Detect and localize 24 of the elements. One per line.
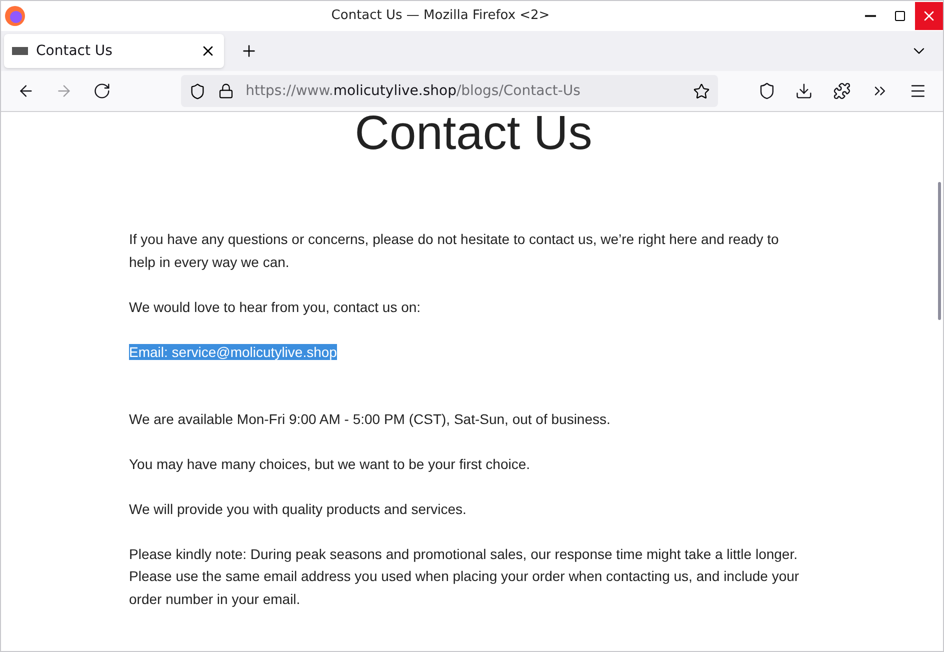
favicon-icon bbox=[12, 47, 28, 55]
browser-tab[interactable]: Contact Us bbox=[4, 34, 224, 68]
minimize-icon bbox=[864, 15, 876, 17]
paragraph: We would love to hear from you, contact us on: bbox=[129, 298, 422, 317]
paragraph: We are available Mon-Fri 9:00 AM - 5:00 PM (CST), Sat-Sun, out of business. bbox=[129, 410, 612, 429]
page-heading: Contact Us bbox=[354, 112, 594, 156]
paragraph: Please kindly note: During peak seasons and promotional sales, our response time might take a little longer. Please use the same email address you used when placing your order when contacting us, and include your order number in your email. bbox=[129, 544, 800, 609]
address-bar[interactable]: https://www.molicutylive.shop/blogs/Contact-Us bbox=[180, 75, 718, 107]
paragraph: If you have any questions or concerns, please do not hesitate to contact us, we’re right here and ready to help in every way we can. bbox=[129, 230, 780, 272]
close-button[interactable] bbox=[915, 2, 943, 30]
browser-logo-icon bbox=[4, 5, 26, 27]
reload-icon[interactable] bbox=[92, 82, 111, 100]
download-icon[interactable] bbox=[795, 82, 814, 100]
bookmark-star-icon[interactable] bbox=[692, 82, 710, 100]
shield-icon[interactable] bbox=[188, 82, 206, 100]
menu-icon[interactable] bbox=[909, 82, 927, 100]
paragraph: We will provide you with quality products and services. bbox=[129, 500, 468, 519]
new-tab-icon[interactable] bbox=[240, 42, 258, 60]
paragraph: You may have many choices, but we want to be your first choice. bbox=[129, 454, 532, 474]
window-title: Contact Us — Mozilla Firefox <2> bbox=[330, 7, 551, 26]
extensions-icon[interactable] bbox=[833, 82, 852, 100]
maximize-icon bbox=[894, 10, 906, 22]
email-text: Email: service@molicutylive.shop bbox=[129, 344, 337, 360]
lock-icon[interactable] bbox=[218, 83, 234, 99]
